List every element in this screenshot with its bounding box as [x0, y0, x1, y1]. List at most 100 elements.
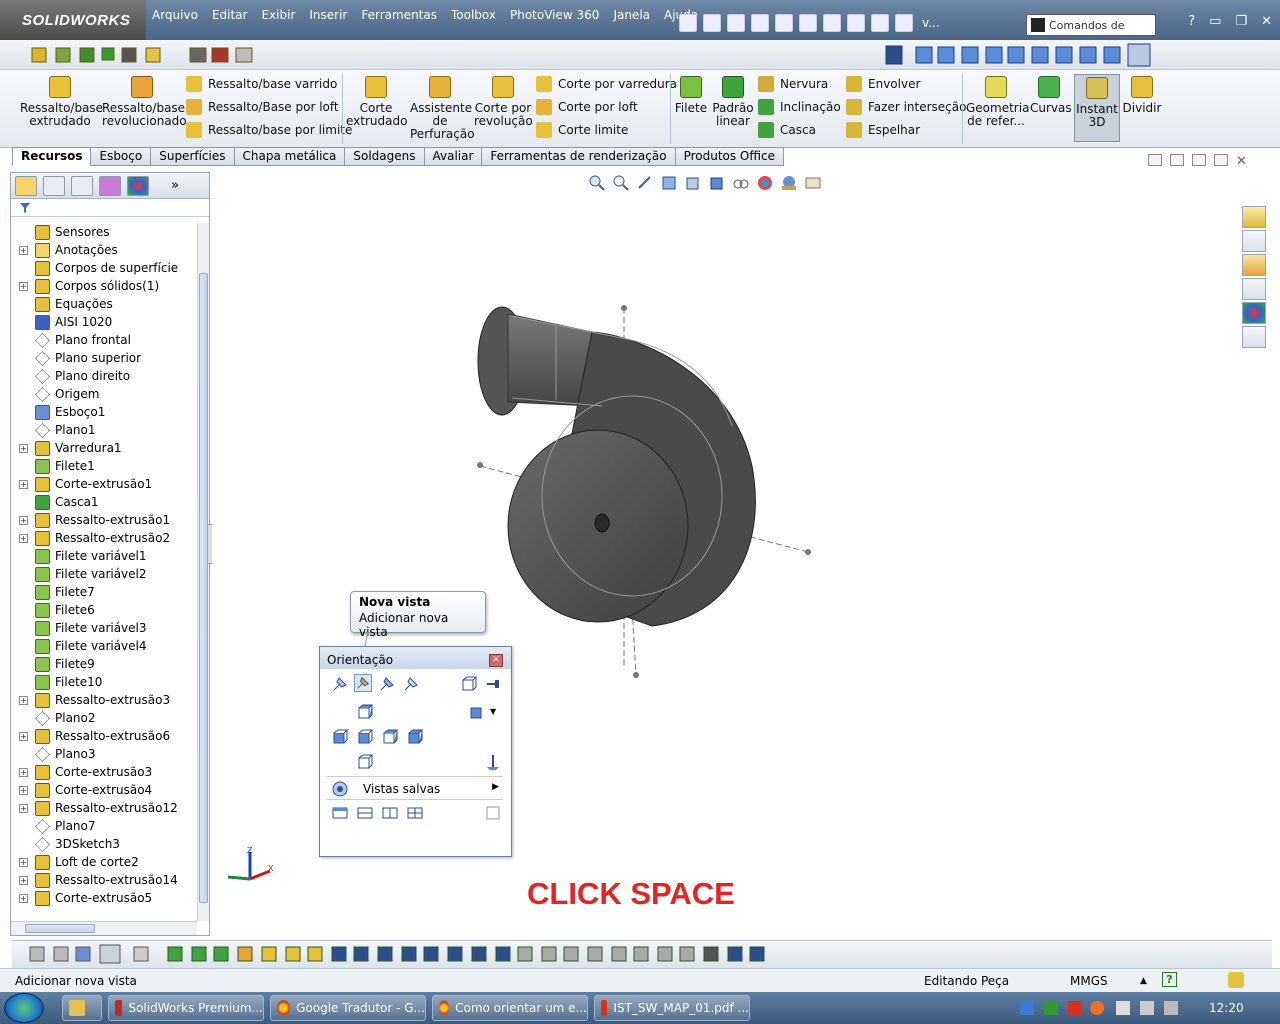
- wrap-button[interactable]: Envolver: [846, 74, 920, 94]
- tree-node[interactable]: Filete6: [11, 601, 197, 619]
- minimize-icon[interactable]: ▭: [1209, 14, 1221, 29]
- pin-dialog-open-icon[interactable]: [484, 675, 502, 693]
- menu-exibir[interactable]: Exibir: [261, 8, 295, 22]
- expand-icon[interactable]: +: [19, 515, 28, 525]
- section-view-icon[interactable]: [660, 174, 678, 192]
- tree-node[interactable]: Filete variável2: [11, 565, 197, 583]
- tree-node[interactable]: Plano frontal: [11, 331, 197, 349]
- expand-icon[interactable]: +: [19, 281, 28, 291]
- tree-vertical-scrollbar[interactable]: [197, 223, 209, 921]
- rebuild-icon[interactable]: [847, 14, 865, 32]
- dimxpert-icon[interactable]: [99, 175, 121, 196]
- boundary-boss-button[interactable]: Ressalto/base por limite: [186, 120, 352, 140]
- split-button[interactable]: Dividir: [1122, 76, 1162, 115]
- command-search-input[interactable]: Comandos de: [1026, 14, 1156, 36]
- tab-esboco[interactable]: Esboço: [91, 147, 152, 166]
- action-center-flag-icon[interactable]: [1116, 1001, 1130, 1015]
- edit-appearance-icon[interactable]: [756, 174, 774, 192]
- zoom-to-fit-icon[interactable]: [588, 174, 606, 192]
- menu-photoview[interactable]: PhotoView 360: [510, 8, 599, 22]
- volume-icon[interactable]: [1164, 1001, 1178, 1015]
- open-folder-icon[interactable]: [727, 14, 745, 32]
- expand-icon[interactable]: +: [19, 857, 28, 867]
- fillet-button[interactable]: Filete: [674, 76, 708, 115]
- help-status-icon[interactable]: ?: [1162, 972, 1177, 987]
- tree-node[interactable]: + Corte-extrusão3: [11, 763, 197, 781]
- solidworks-resources-icon[interactable]: [1242, 206, 1266, 228]
- curves-button[interactable]: Curvas: [1030, 76, 1072, 115]
- tree-node[interactable]: + Ressalto-extrusão2: [11, 529, 197, 547]
- task-solidworks[interactable]: SolidWorks Premium...: [108, 995, 264, 1021]
- expand-icon[interactable]: +: [19, 533, 28, 543]
- swept-cut-button[interactable]: Corte por varredura: [536, 74, 677, 94]
- tree-node[interactable]: + Ressalto-extrusão6: [11, 727, 197, 745]
- custom-properties-icon[interactable]: [1242, 326, 1266, 348]
- tree-node[interactable]: Plano3: [11, 745, 197, 763]
- toolbar-overflow[interactable]: v...: [922, 16, 940, 30]
- previous-view-icon[interactable]: [636, 174, 654, 192]
- displaymanager-icon[interactable]: [127, 175, 149, 196]
- featuremanager-tree-icon[interactable]: [15, 175, 37, 196]
- tree-node[interactable]: + Ressalto-extrusão3: [11, 691, 197, 709]
- tree-node[interactable]: + Corte-extrusão4: [11, 781, 197, 799]
- undo-icon[interactable]: [799, 14, 817, 32]
- tab-chapa-metalica[interactable]: Chapa metálica: [234, 147, 346, 166]
- expand-chevron-icon[interactable]: »: [171, 178, 179, 193]
- print-icon[interactable]: [775, 14, 793, 32]
- expand-icon[interactable]: +: [19, 443, 28, 453]
- tree-node[interactable]: AISI 1020: [11, 313, 197, 331]
- expand-icon[interactable]: +: [19, 731, 28, 741]
- view-front-icon[interactable]: [356, 728, 374, 746]
- tree-node[interactable]: Plano direito: [11, 367, 197, 385]
- scrollbar-thumb[interactable]: [199, 273, 208, 903]
- two-view-horizontal-icon[interactable]: [356, 804, 374, 822]
- revolved-cut-button[interactable]: Corte por revolução: [474, 76, 533, 128]
- viewport-close-icon[interactable]: ✕: [1236, 154, 1247, 169]
- tree-node[interactable]: Filete9: [11, 655, 197, 673]
- tree-node[interactable]: Corpos de superfície: [11, 259, 197, 277]
- tree-node[interactable]: Sensores: [11, 223, 197, 241]
- pin-dialog-icon[interactable]: [331, 675, 349, 693]
- expand-icon[interactable]: +: [19, 245, 28, 255]
- expand-icon[interactable]: +: [19, 695, 28, 705]
- hole-wizard-button[interactable]: Assistente de Perfuração: [410, 76, 475, 141]
- file-explorer-icon[interactable]: [1242, 254, 1266, 276]
- tree-node[interactable]: + Corpos sólidos(1): [11, 277, 197, 295]
- tree-horizontal-scrollbar[interactable]: [11, 921, 197, 935]
- clock[interactable]: 12:20: [1209, 1001, 1244, 1015]
- tree-node[interactable]: Equações: [11, 295, 197, 313]
- units-selector[interactable]: MMGS: [1070, 974, 1108, 988]
- task-google-translate[interactable]: Google Tradutor - G...: [270, 995, 426, 1021]
- tab-produtos-office[interactable]: Produtos Office: [675, 147, 784, 166]
- menu-editar[interactable]: Editar: [212, 8, 248, 22]
- lofted-cut-button[interactable]: Corte por loft: [536, 97, 638, 117]
- tree-node[interactable]: Esboço1: [11, 403, 197, 421]
- single-view-icon[interactable]: [331, 804, 349, 822]
- expand-icon[interactable]: +: [19, 803, 28, 813]
- tree-node[interactable]: Filete variável1: [11, 547, 197, 565]
- two-view-vertical-icon[interactable]: [381, 804, 399, 822]
- extruded-boss-button[interactable]: Ressalto/base extrudado: [20, 76, 103, 128]
- view-back-icon[interactable]: [406, 728, 424, 746]
- bluetooth-icon[interactable]: [1020, 1001, 1034, 1015]
- expand-right-icon[interactable]: [1170, 154, 1184, 166]
- new-view-icon[interactable]: [354, 674, 372, 692]
- normal-to-icon[interactable]: [484, 753, 502, 771]
- expand-icon[interactable]: +: [19, 893, 28, 903]
- start-button[interactable]: [4, 993, 44, 1023]
- menu-arquivo[interactable]: Arquivo: [152, 8, 198, 22]
- reference-geometry-button[interactable]: Geometria de refer...: [966, 76, 1029, 128]
- tree-node[interactable]: + Ressalto-extrusão12: [11, 799, 197, 817]
- expand-left-icon[interactable]: [1148, 154, 1162, 166]
- apply-scene-icon[interactable]: [780, 174, 798, 192]
- tree-node[interactable]: Filete variável3: [11, 619, 197, 637]
- boundary-cut-button[interactable]: Corte limite: [536, 120, 628, 140]
- view-bottom-icon[interactable]: [356, 753, 374, 771]
- draft-button[interactable]: Inclinação: [758, 97, 841, 117]
- view-orientation-icon[interactable]: [684, 174, 702, 192]
- instant3d-button[interactable]: Instant 3D: [1074, 74, 1120, 142]
- mirror-button[interactable]: Espelhar: [846, 120, 920, 140]
- tree-node[interactable]: Plano2: [11, 709, 197, 727]
- tree-node[interactable]: Filete10: [11, 673, 197, 691]
- tree-node[interactable]: Plano1: [11, 421, 197, 439]
